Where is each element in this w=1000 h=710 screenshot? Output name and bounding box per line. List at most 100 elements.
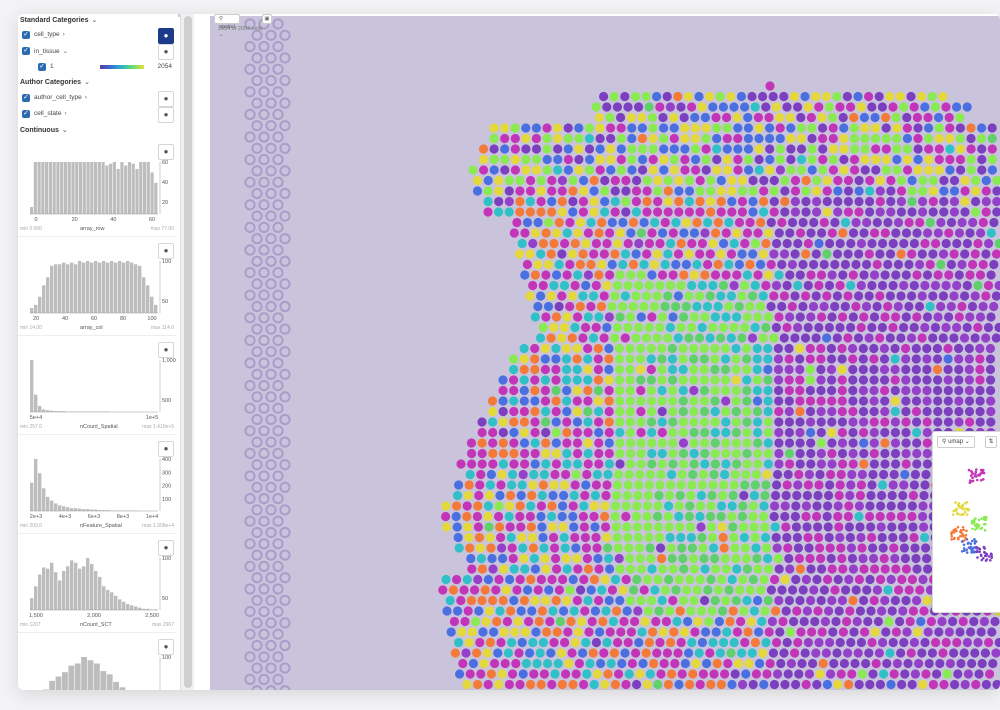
tissue-spot[interactable]: [904, 259, 914, 270]
tissue-spot[interactable]: [753, 459, 763, 469]
tissue-spot[interactable]: [784, 438, 795, 448]
tissue-spot[interactable]: [623, 532, 633, 543]
tissue-spot[interactable]: [838, 627, 849, 637]
tissue-spot[interactable]: [794, 469, 804, 480]
tissue-spot[interactable]: [779, 249, 790, 259]
tissue-spot[interactable]: [653, 175, 663, 186]
tissue-spot[interactable]: [780, 207, 790, 217]
tissue-spot[interactable]: [765, 154, 775, 165]
tissue-spot[interactable]: [509, 228, 519, 238]
tissue-spot[interactable]: [887, 522, 897, 532]
tissue-spot[interactable]: [737, 186, 748, 196]
tissue-spot[interactable]: [844, 522, 855, 532]
tissue-spot[interactable]: [594, 438, 604, 448]
tissue-spot[interactable]: [796, 154, 807, 165]
tissue-spot[interactable]: [858, 343, 868, 354]
tissue-spot[interactable]: [464, 480, 474, 490]
tissue-spot[interactable]: [968, 259, 978, 270]
tissue-spot[interactable]: [541, 459, 551, 469]
tissue-spot[interactable]: [568, 186, 578, 196]
tissue-spot[interactable]: [748, 207, 758, 217]
tissue-spot[interactable]: [602, 102, 612, 112]
tissue-spot[interactable]: [784, 448, 795, 459]
tissue-spot[interactable]: [583, 448, 593, 459]
histogram-array_row[interactable]: ● 0 20 40 60 60 40 20 array_row min 0.000 max 77.0…: [18, 138, 176, 237]
tissue-spot[interactable]: [748, 574, 759, 585]
tissue-spot[interactable]: [569, 606, 579, 616]
tissue-spot[interactable]: [548, 522, 558, 532]
tissue-spot[interactable]: [711, 228, 721, 238]
tissue-spot[interactable]: [595, 133, 605, 144]
tissue-spot[interactable]: [537, 606, 547, 616]
tissue-spot[interactable]: [807, 144, 817, 154]
tissue-spot[interactable]: [915, 217, 925, 228]
tissue-spot[interactable]: [591, 480, 601, 490]
tissue-spot[interactable]: [460, 616, 470, 627]
tissue-spot[interactable]: [960, 679, 970, 690]
tissue-spot[interactable]: [453, 490, 463, 501]
tissue-spot[interactable]: [599, 291, 609, 301]
author-categories-title[interactable]: Author Categories ⌄: [20, 78, 90, 86]
tissue-spot[interactable]: [896, 249, 906, 259]
tissue-spot[interactable]: [849, 154, 860, 165]
tissue-spot[interactable]: [943, 396, 953, 406]
tissue-spot[interactable]: [860, 627, 870, 637]
tissue-spot[interactable]: [758, 249, 768, 259]
tissue-spot[interactable]: [783, 469, 793, 480]
tissue-spot[interactable]: [620, 249, 631, 259]
tissue-spot[interactable]: [557, 679, 567, 690]
tissue-spot[interactable]: [897, 679, 907, 690]
tissue-spot[interactable]: [759, 574, 769, 585]
tissue-spot[interactable]: [623, 102, 633, 112]
tissue-spot[interactable]: [579, 522, 589, 532]
tissue-spot[interactable]: [966, 165, 976, 175]
tissue-spot[interactable]: [880, 448, 890, 459]
tissue-spot[interactable]: [536, 679, 546, 690]
tissue-spot[interactable]: [824, 102, 835, 112]
tissue-spot[interactable]: [832, 291, 843, 301]
tissue-spot[interactable]: [645, 469, 655, 480]
tissue-spot[interactable]: [884, 616, 894, 627]
tissue-spot[interactable]: [864, 648, 874, 658]
tissue-spot[interactable]: [817, 112, 827, 123]
tissue-spot[interactable]: [791, 679, 801, 690]
tissue-spot[interactable]: [729, 238, 739, 249]
tissue-spot[interactable]: [551, 448, 561, 459]
tissue-spot[interactable]: [869, 385, 879, 396]
tissue-spot[interactable]: [541, 448, 551, 459]
tissue-spot[interactable]: [778, 616, 788, 627]
tissue-spot[interactable]: [505, 522, 515, 532]
tissue-spot[interactable]: [695, 186, 705, 196]
tissue-spot[interactable]: [441, 574, 451, 585]
tissue-spot[interactable]: [889, 669, 899, 679]
tissue-spot[interactable]: [752, 406, 763, 417]
tissue-spot[interactable]: [488, 459, 498, 469]
tissue-spot[interactable]: [701, 154, 711, 165]
tissue-spot[interactable]: [731, 438, 742, 448]
tissue-spot[interactable]: [838, 112, 848, 123]
tissue-spot[interactable]: [911, 385, 922, 396]
tissue-spot[interactable]: [949, 207, 960, 217]
tissue-spot[interactable]: [647, 564, 657, 574]
tissue-spot[interactable]: [648, 627, 658, 637]
sort-icon[interactable]: ⇅: [985, 436, 997, 448]
tissue-spot[interactable]: [536, 291, 546, 301]
tissue-spot[interactable]: [830, 217, 840, 228]
tissue-spot[interactable]: [553, 658, 563, 669]
tissue-spot[interactable]: [942, 669, 952, 679]
tissue-spot[interactable]: [472, 648, 482, 658]
tissue-spot[interactable]: [806, 459, 816, 469]
tissue-spot[interactable]: [763, 417, 773, 427]
tissue-spot[interactable]: [606, 165, 616, 175]
tissue-spot[interactable]: [627, 165, 637, 175]
tissue-spot[interactable]: [668, 385, 678, 396]
tissue-spot[interactable]: [943, 406, 953, 417]
tissue-spot[interactable]: [438, 585, 448, 595]
tissue-spot[interactable]: [632, 175, 642, 186]
tissue-spot[interactable]: [846, 238, 856, 249]
tissue-spot[interactable]: [846, 322, 856, 333]
tissue-spot[interactable]: [690, 112, 700, 123]
tissue-spot[interactable]: [717, 522, 727, 532]
tissue-spot[interactable]: [765, 133, 775, 144]
tissue-spot[interactable]: [615, 417, 625, 427]
